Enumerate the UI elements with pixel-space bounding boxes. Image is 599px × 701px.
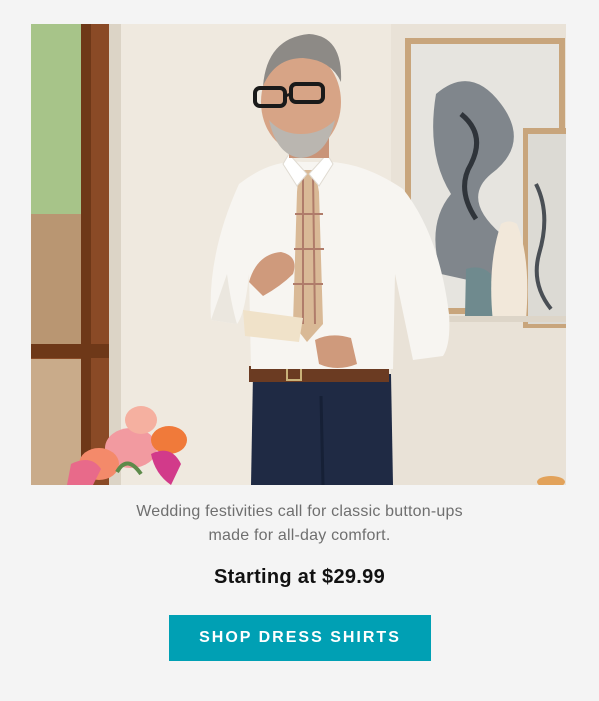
flower-orange [151, 426, 187, 454]
starting-price: Starting at $29.99 [213, 566, 386, 588]
window-trim [109, 24, 121, 485]
window-fence [31, 214, 81, 344]
promo-description-line-1: Wedding festivities call for classic but… [136, 503, 463, 520]
plaid-tie [293, 170, 323, 342]
flower-peach [125, 406, 157, 434]
jeans-seam [319, 395, 325, 485]
hero-image[interactable] [31, 24, 566, 485]
promo-description: Wedding festivities call for classic but… [0, 500, 599, 548]
vase-teal [465, 267, 493, 316]
glasses-bridge [284, 92, 292, 98]
art-canvas-small [528, 134, 566, 324]
promo-description-line-2: made for all-day comfort. [208, 527, 391, 544]
window-sill [31, 344, 109, 358]
shop-dress-shirts-button[interactable]: SHOP DRESS SHIRTS [169, 615, 431, 661]
hero-photo-illustration [31, 24, 566, 485]
window-mullion [81, 24, 91, 485]
right-hand [315, 335, 357, 368]
